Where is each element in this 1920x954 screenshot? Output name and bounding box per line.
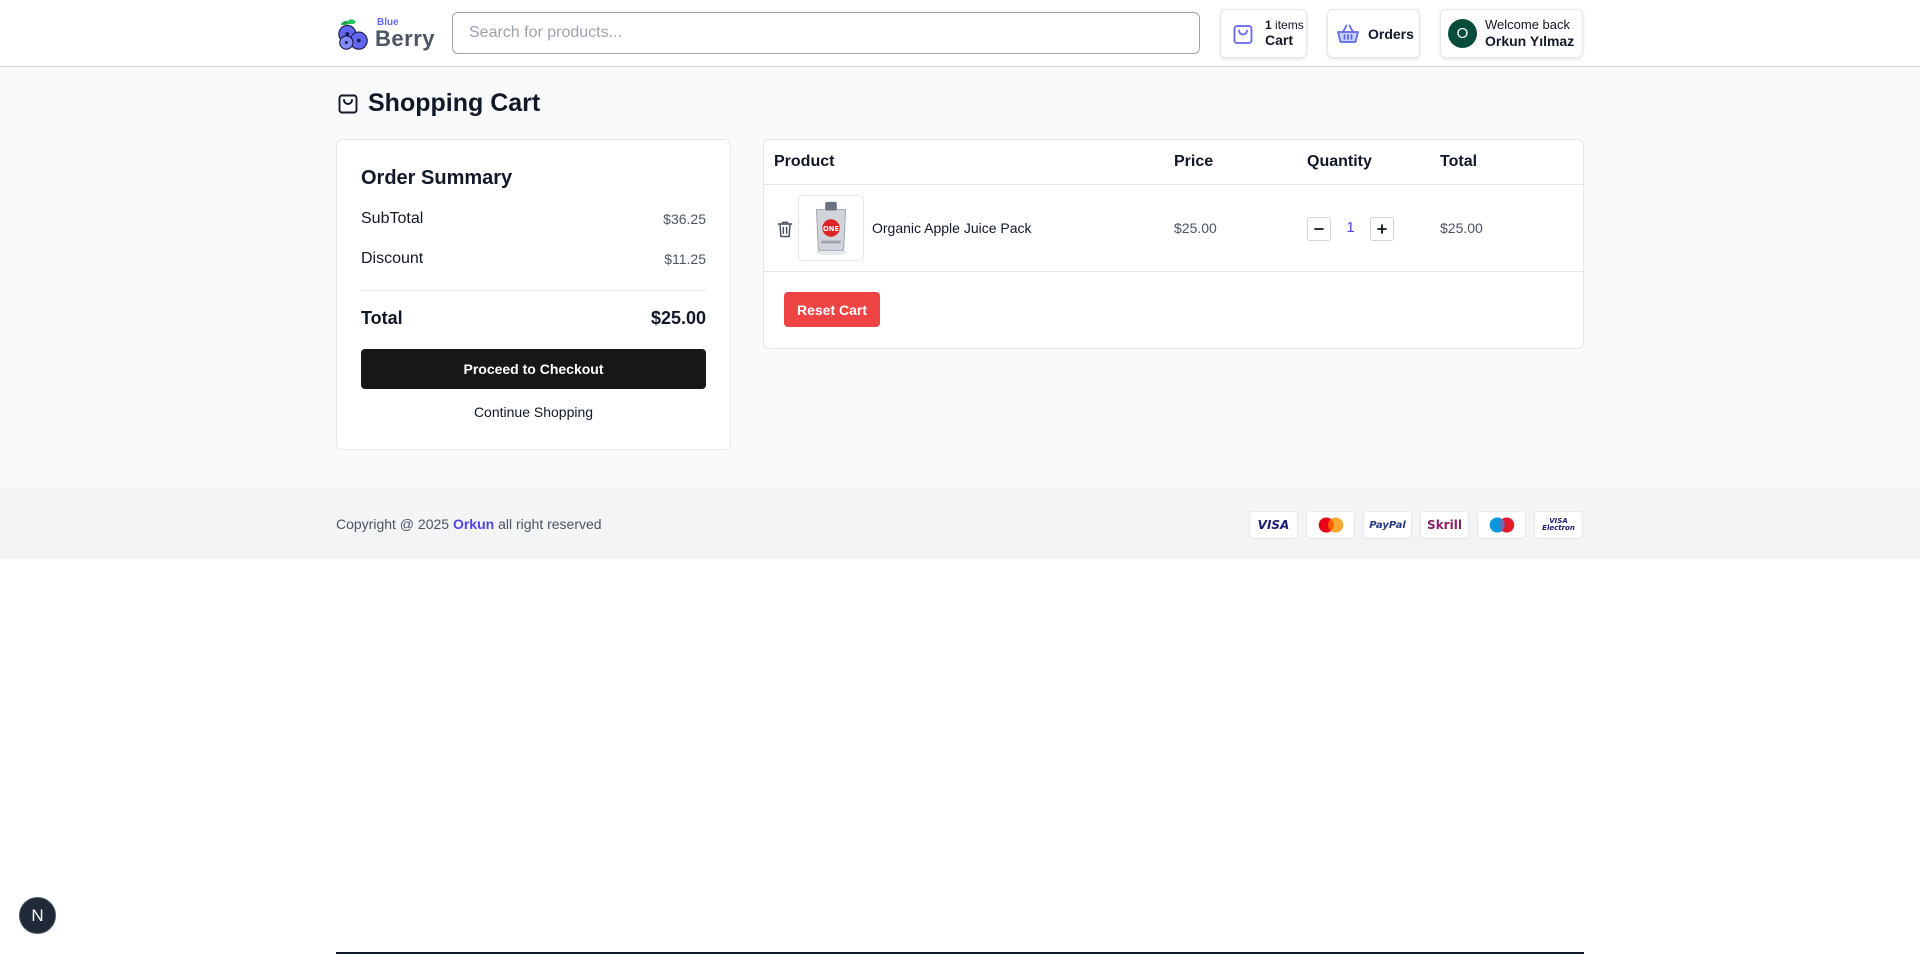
blueberry-logo-icon <box>338 19 368 50</box>
visa-logo-text: VISA <box>1257 518 1290 532</box>
copyright-suffix: all right reserved <box>494 516 602 532</box>
top-navbar: Blue Berry 1 items Cart Orders O Welcome… <box>0 0 1920 67</box>
payment-methods: VISA PayPal Skrill VISA Electron <box>1249 511 1583 539</box>
header-cart-button[interactable]: 1 items Cart <box>1220 9 1307 58</box>
header-orders-button[interactable]: Orders <box>1327 9 1420 58</box>
visa-logo: VISA <box>1249 511 1298 539</box>
summary-divider <box>361 290 706 291</box>
juice-pack-label: ONE <box>823 225 839 233</box>
minus-icon <box>1314 228 1324 230</box>
main-content: Shopping Cart Order Summary SubTotal $36… <box>0 67 1920 489</box>
product-price: $25.00 <box>1174 220 1217 236</box>
skrill-logo: Skrill <box>1420 511 1469 539</box>
column-header-total: Total <box>1440 153 1478 170</box>
copyright-author-link[interactable]: Orkun <box>453 516 494 532</box>
user-welcome-text: Welcome back <box>1485 16 1571 32</box>
shopping-bag-icon <box>1233 24 1253 44</box>
maestro-icon <box>1489 517 1514 533</box>
cart-label: Cart <box>1265 32 1294 49</box>
search-input[interactable] <box>452 12 1200 54</box>
page-title-text: Shopping Cart <box>368 89 541 117</box>
table-header-divider <box>764 184 1583 185</box>
logo-big-text: Berry <box>375 26 435 51</box>
user-name: Orkun Yılmaz <box>1485 32 1575 49</box>
discount-value: $11.25 <box>664 251 706 267</box>
subtotal-value: $36.25 <box>663 211 706 227</box>
paypal-logo-text: PayPal <box>1369 519 1406 531</box>
basket-icon <box>1337 24 1359 43</box>
skrill-logo-text: Skrill <box>1427 518 1462 532</box>
continue-shopping-link[interactable]: Continue Shopping <box>361 404 706 420</box>
column-header-price: Price <box>1174 153 1214 170</box>
shopping-bag-icon <box>338 94 358 113</box>
cart-table: Product Price Quantity Total ONE Organic… <box>763 139 1584 349</box>
total-value: $25.00 <box>650 308 706 328</box>
subtotal-label: SubTotal <box>361 210 424 227</box>
logo-text: Blue Berry <box>375 18 435 50</box>
devtools-badge[interactable]: N <box>19 897 56 934</box>
subtotal-row: SubTotal $36.25 <box>361 210 706 228</box>
header-user-menu[interactable]: O Welcome back Orkun Yılmaz <box>1440 9 1583 58</box>
cart-count-suffix: items <box>1271 17 1304 32</box>
column-header-quantity: Quantity <box>1307 153 1372 170</box>
visa-electron-bottom-text: Electron <box>1542 524 1575 532</box>
mastercard-icon <box>1318 517 1343 533</box>
product-line-total: $25.00 <box>1440 220 1483 236</box>
trash-icon[interactable] <box>775 219 795 239</box>
cart-count-number: 1 <box>1265 17 1272 32</box>
copyright-prefix: Copyright @ 2025 <box>336 516 453 532</box>
maestro-logo <box>1477 511 1526 539</box>
table-row-divider <box>764 271 1583 272</box>
cart-text: 1 items Cart <box>1265 17 1304 49</box>
total-label: Total <box>361 308 403 328</box>
order-summary-title: Order Summary <box>361 167 513 189</box>
copyright-text: Copyright @ 2025 Orkun all right reserve… <box>336 516 602 532</box>
orders-label: Orders <box>1368 25 1414 42</box>
footer: Copyright @ 2025 Orkun all right reserve… <box>0 489 1920 559</box>
quantity-decrease-button[interactable] <box>1307 217 1331 241</box>
discount-row: Discount $11.25 <box>361 250 706 268</box>
product-thumbnail[interactable]: ONE <box>798 195 864 261</box>
page-title: Shopping Cart <box>336 89 540 118</box>
visa-electron-logo: VISA Electron <box>1534 511 1583 539</box>
juice-pack-image: ONE <box>815 201 847 256</box>
total-row: Total $25.00 <box>361 308 706 329</box>
mastercard-logo <box>1306 511 1355 539</box>
reset-cart-button[interactable]: Reset Cart <box>784 292 880 327</box>
plus-icon <box>1377 224 1387 234</box>
paypal-logo: PayPal <box>1363 511 1412 539</box>
user-text: Welcome back Orkun Yılmaz <box>1485 17 1574 51</box>
column-header-product: Product <box>774 153 835 170</box>
quantity-increase-button[interactable] <box>1370 217 1394 241</box>
order-summary-card: Order Summary SubTotal $36.25 Discount $… <box>336 139 731 450</box>
product-name[interactable]: Organic Apple Juice Pack <box>872 220 1032 236</box>
cart-item-count: 1 items <box>1265 17 1304 33</box>
avatar: O <box>1448 19 1477 48</box>
discount-label: Discount <box>361 250 424 267</box>
quantity-value: 1 <box>1346 219 1355 236</box>
proceed-to-checkout-button[interactable]: Proceed to Checkout <box>361 349 706 389</box>
blueberry-logo[interactable]: Blue Berry <box>335 16 435 52</box>
